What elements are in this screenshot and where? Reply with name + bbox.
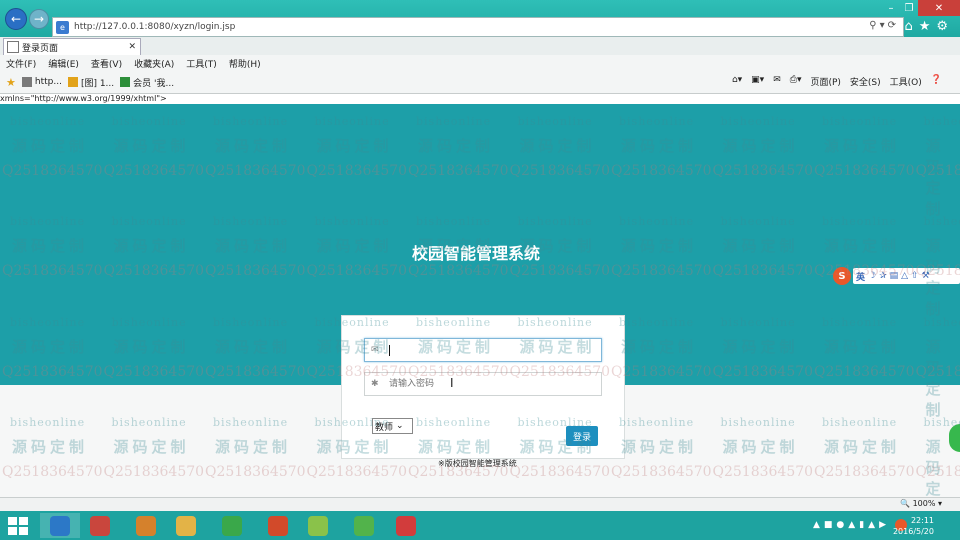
arrow-right-icon: → — [33, 12, 45, 26]
browser-titlebar: ← → e http://127.0.0.1:8080/xyzn/login.j… — [0, 0, 960, 37]
print-icon[interactable]: ⎙▾ — [790, 75, 802, 88]
side-float-icon[interactable] — [949, 424, 960, 452]
source-text-line: xmlns="http://www.w3.org/1999/xhtml"> — [0, 94, 960, 104]
page-icon: e — [56, 20, 69, 34]
browser-app[interactable] — [344, 513, 384, 538]
forward-button[interactable]: → — [29, 9, 49, 29]
page-icon — [21, 77, 32, 87]
password-field[interactable]: ✱ — [364, 372, 602, 396]
address-url[interactable]: http://127.0.0.1:8080/xyzn/login.jsp — [74, 22, 235, 32]
envelope-icon: ✉ — [371, 345, 379, 355]
back-button[interactable]: ← — [5, 8, 27, 30]
book-app-icon — [136, 515, 156, 536]
java-app-icon — [268, 515, 288, 536]
clock-time: 22:11 — [910, 516, 934, 525]
clock-date: 2016/5/20 — [892, 527, 934, 536]
start-button[interactable] — [8, 517, 28, 535]
menu-edit[interactable]: 编辑(E) — [48, 57, 79, 70]
system-tray-icons[interactable]: ▲■●▲▮▲▶ — [813, 520, 890, 530]
help-icon[interactable]: ❓ — [931, 75, 942, 88]
menu-favorites[interactable]: 收藏夹(A) — [134, 57, 174, 70]
menu-view[interactable]: 查看(V) — [91, 57, 122, 70]
menu-help[interactable]: 帮助(H) — [229, 57, 261, 70]
tab-row: 登录页面 ✕ — [0, 37, 960, 55]
favorite-link-1[interactable]: http... — [21, 77, 62, 87]
window-controls: – ❐ ✕ — [882, 0, 960, 16]
command-tools[interactable]: 工具(O) — [890, 75, 922, 88]
mail-icon[interactable]: ✉ — [773, 75, 781, 88]
home-favorites-settings-icons[interactable]: ⌂★⚙ — [904, 19, 954, 34]
tab-login[interactable]: 登录页面 ✕ — [3, 38, 141, 55]
jar-app-icon — [396, 515, 416, 536]
folder-icon — [67, 77, 78, 87]
jar-app[interactable] — [386, 513, 426, 538]
arrow-left-icon: ← — [10, 12, 22, 26]
editor-app-icon — [308, 515, 328, 536]
login-panel: ✉ ✱ I 教师 ⌄ 登录 — [341, 315, 625, 459]
role-selected: 教师 — [375, 422, 394, 433]
menu-bar: 文件(F) 编辑(E) 查看(V) 收藏夹(A) 工具(T) 帮助(H) — [0, 55, 960, 71]
close-tab-icon[interactable]: ✕ — [128, 42, 136, 52]
close-window-button[interactable]: ✕ — [918, 0, 960, 16]
explorer-app-icon — [176, 515, 196, 536]
chevron-down-icon: ⌄ — [396, 421, 404, 431]
ime-mode-label: 英 — [856, 272, 869, 283]
username-field[interactable]: ✉ — [364, 338, 602, 362]
address-bar[interactable]: e http://127.0.0.1:8080/xyzn/login.jsp ⚲… — [52, 17, 904, 37]
favorite-link-3[interactable]: 会员 '我... — [120, 76, 174, 89]
browser-app-icon — [354, 515, 374, 536]
tab-title: 登录页面 — [22, 43, 59, 54]
wechat-app[interactable] — [212, 513, 252, 538]
status-bar: 🔍 100% ▾ — [0, 497, 960, 511]
login-button[interactable]: 登录 — [566, 426, 598, 446]
ie-app-icon — [50, 515, 70, 536]
sougou-icon: S — [833, 267, 851, 285]
asterisk-icon: ✱ — [371, 379, 379, 389]
ie-app[interactable] — [40, 513, 80, 538]
paint-app-icon — [90, 515, 110, 536]
system-title: 校园智能管理系统 — [412, 244, 541, 263]
command-page[interactable]: 页面(P) — [810, 75, 840, 88]
password-input[interactable] — [387, 378, 591, 390]
clock[interactable]: 22:11 2016/5/20 — [893, 515, 934, 537]
username-input[interactable] — [390, 344, 594, 356]
app-icon — [120, 77, 131, 87]
search-refresh-icons[interactable]: ⚲▾⟳ — [869, 20, 899, 31]
ibeam-cursor-icon: I — [450, 376, 454, 390]
book-app[interactable] — [126, 513, 166, 538]
command-safety[interactable]: 安全(S) — [850, 75, 881, 88]
wechat-app-icon — [222, 515, 242, 536]
editor-app[interactable] — [298, 513, 338, 538]
explorer-app[interactable] — [166, 513, 206, 538]
maximize-button[interactable]: ❐ — [900, 0, 918, 16]
sougou-ime-bar[interactable]: S 英 ☽✰▤△⇧⚒ — [833, 266, 960, 286]
favorite-link-2[interactable]: [图] 1... — [67, 76, 114, 89]
page-icon — [7, 41, 19, 53]
paint-app[interactable] — [80, 513, 120, 538]
zoom-level[interactable]: 🔍 100% ▾ — [900, 499, 942, 508]
menu-file[interactable]: 文件(F) — [6, 57, 36, 70]
favorites-star-icon[interactable]: ★ — [6, 76, 16, 89]
favorites-bar: ★ http... [图] 1... 会员 '我... ⌂▾ ▣▾ ✉ ⎙▾ 页… — [0, 71, 960, 94]
taskbar: ▲■●▲▮▲▶ 22:11 2016/5/20 — [0, 511, 960, 540]
ime-toolbar[interactable]: 英 ☽✰▤△⇧⚒ — [853, 268, 960, 284]
command-bar: ⌂▾ ▣▾ ✉ ⎙▾ 页面(P) 安全(S) 工具(O) ❓ — [723, 75, 942, 88]
copyright-text: ※版校园智能管理系统 — [438, 459, 517, 468]
menu-tools[interactable]: 工具(T) — [186, 57, 217, 70]
role-select[interactable]: 教师 ⌄ — [372, 418, 413, 434]
feeds-icon[interactable]: ▣▾ — [751, 75, 764, 88]
java-app[interactable] — [258, 513, 298, 538]
minimize-button[interactable]: – — [882, 0, 900, 16]
home-icon[interactable]: ⌂▾ — [732, 75, 742, 88]
